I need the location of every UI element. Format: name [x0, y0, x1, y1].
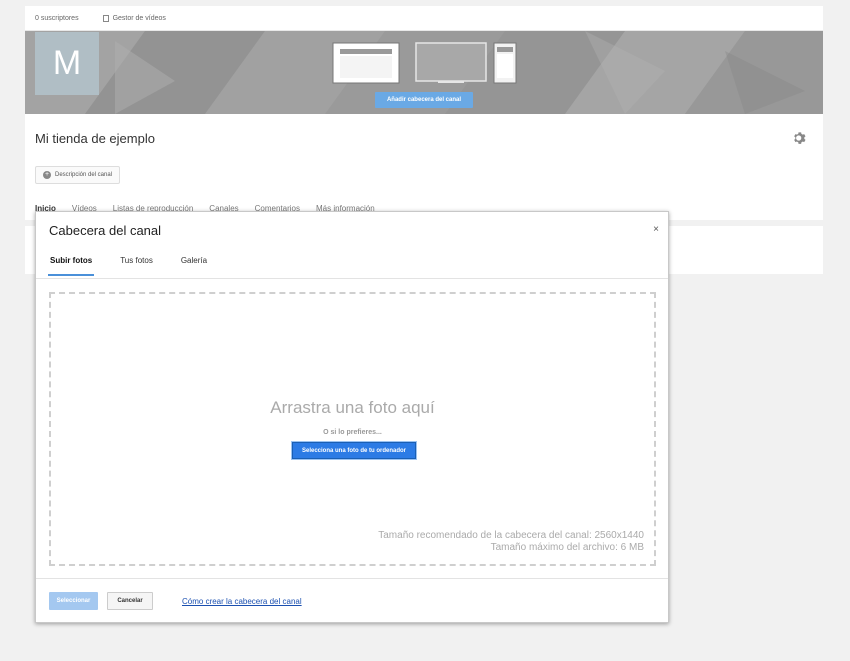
channel-description-button[interactable]: + Descripción del canal — [35, 166, 121, 184]
gear-icon[interactable] — [793, 131, 807, 145]
channel-info: Mi tienda de ejemplo + Descripción del c… — [25, 114, 823, 220]
cancel-button[interactable]: Cancelar — [107, 592, 153, 610]
channel-banner: M Añadir cabecera del canal — [25, 31, 823, 114]
dropzone-or-text: O si lo prefieres... — [323, 429, 382, 436]
dialog-tabs: Subir fotos Tus fotos Galería — [48, 256, 233, 276]
subscriber-count: 0 suscriptores — [35, 14, 79, 22]
channel-topbar: 0 suscriptores Gestor de vídeos — [25, 6, 823, 31]
devices-preview-icon — [332, 42, 517, 84]
max-file-size-hint: Tamaño máximo del archivo: 6 MB — [490, 542, 644, 553]
channel-avatar[interactable]: M — [35, 32, 99, 95]
tab-your-photos[interactable]: Tus fotos — [118, 256, 155, 276]
photo-dropzone[interactable]: Arrastra una foto aquí O si lo prefieres… — [49, 292, 656, 566]
footer-divider — [36, 578, 668, 579]
dialog-title: Cabecera del canal — [49, 223, 162, 238]
video-manager-link[interactable]: Gestor de vídeos — [113, 15, 166, 22]
close-icon[interactable]: × — [653, 224, 659, 235]
recommended-size-hint: Tamaño recomendado de la cabecera del ca… — [378, 530, 644, 541]
plus-icon: + — [43, 171, 51, 179]
channel-title: Mi tienda de ejemplo — [35, 131, 155, 146]
add-channel-header-button[interactable]: Añadir cabecera del canal — [375, 92, 473, 108]
select-button[interactable]: Seleccionar — [49, 592, 98, 610]
tab-gallery[interactable]: Galería — [179, 256, 209, 276]
tabs-divider — [36, 278, 668, 279]
dropzone-title: Arrastra una foto aquí — [270, 398, 435, 417]
how-to-create-header-link[interactable]: Cómo crear la cabecera del canal — [182, 597, 302, 606]
tab-upload-photos[interactable]: Subir fotos — [48, 256, 95, 276]
video-manager-icon — [102, 14, 109, 22]
channel-header-dialog: Cabecera del canal × Subir fotos Tus fot… — [35, 211, 669, 623]
channel-description-label: Descripción del canal — [55, 172, 113, 178]
select-photo-from-computer-button[interactable]: Selecciona una foto de tu ordenador — [292, 442, 416, 459]
